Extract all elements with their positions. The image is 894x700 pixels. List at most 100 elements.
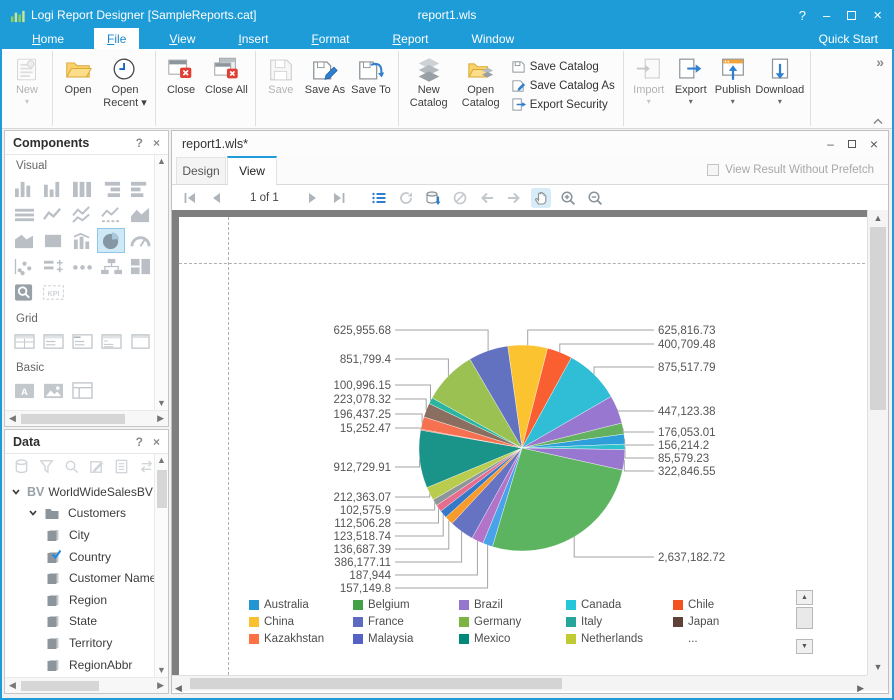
section-visual[interactable]: Visual: [5, 155, 154, 175]
component-filled-chart[interactable]: [39, 228, 67, 253]
ribbon-overflow-icon[interactable]: »: [876, 54, 884, 70]
open-recent-button[interactable]: Open Recent ▾: [99, 53, 151, 109]
ribbon-collapse-icon[interactable]: [872, 112, 884, 130]
zoom-in-button[interactable]: [558, 188, 578, 208]
forward-button[interactable]: [504, 188, 524, 208]
component-area-chart[interactable]: [126, 202, 154, 227]
legend-item-malaysia[interactable]: Malaysia: [353, 630, 459, 647]
window-close-icon[interactable]: ×: [873, 8, 882, 23]
save-as-button[interactable]: Save As: [302, 53, 348, 97]
component-multi-line-chart[interactable]: [68, 202, 96, 227]
tab-design[interactable]: Design: [176, 157, 226, 184]
scroll-left-icon[interactable]: ◀: [175, 678, 182, 696]
menu-view[interactable]: View: [156, 28, 208, 49]
data-vertical-scrollbar[interactable]: ▲ ▼: [154, 454, 168, 677]
close-icon[interactable]: ×: [153, 136, 160, 150]
tree-item-city[interactable]: City: [5, 524, 154, 546]
close-all-button[interactable]: Close All: [202, 53, 251, 97]
component-stacked-lines[interactable]: [10, 202, 38, 227]
scroll-up-icon[interactable]: ▲: [157, 456, 166, 465]
document-minimize-icon[interactable]: –: [827, 137, 834, 151]
components-horizontal-scrollbar[interactable]: ◀ ▶: [5, 410, 168, 426]
scroll-up-icon[interactable]: ▲: [868, 210, 888, 226]
scrollbar-thumb[interactable]: [796, 607, 813, 629]
stop-button[interactable]: [450, 188, 470, 208]
fetch-data-button[interactable]: [423, 188, 443, 208]
legend-item-netherlands[interactable]: Netherlands: [566, 630, 673, 647]
tree-item-customer-name[interactable]: Customer Name: [5, 567, 154, 589]
import-button[interactable]: Import ▾: [628, 53, 670, 106]
toc-button[interactable]: [369, 188, 389, 208]
export-button[interactable]: Export ▾: [670, 53, 712, 106]
legend-item-china[interactable]: China: [249, 613, 353, 630]
component-column-chart[interactable]: [68, 176, 96, 201]
open-button[interactable]: Open: [57, 53, 99, 97]
tree-item-regionabbr[interactable]: RegionAbbr: [5, 654, 154, 676]
component-org-chart[interactable]: [97, 254, 125, 279]
filter-icon[interactable]: [38, 458, 55, 475]
scroll-right-icon[interactable]: ▶: [857, 678, 864, 696]
legend-item-canada[interactable]: Canada: [566, 596, 673, 613]
legend-item-belgium[interactable]: Belgium: [353, 596, 459, 613]
tree-item-territory[interactable]: Territory: [5, 632, 154, 654]
scroll-right-icon[interactable]: ▶: [157, 681, 164, 690]
hand-button[interactable]: [530, 187, 551, 208]
component-table-alt-1[interactable]: [39, 329, 67, 354]
scroll-up-icon[interactable]: ▲: [157, 157, 166, 166]
scroll-down-icon[interactable]: ▼: [157, 399, 166, 408]
list-icon[interactable]: [113, 458, 130, 475]
menu-window[interactable]: Window: [459, 28, 528, 49]
component-layout-blocks[interactable]: [126, 254, 154, 279]
component-blank-panel[interactable]: [126, 329, 154, 354]
save-catalog-as-button[interactable]: Save Catalog As: [509, 76, 617, 95]
export-security-button[interactable]: Export Security: [509, 95, 617, 114]
close-icon[interactable]: ×: [153, 435, 160, 449]
data-horizontal-scrollbar[interactable]: ◀ ▶: [5, 677, 168, 693]
component-bar-chart-alt[interactable]: [39, 176, 67, 201]
download-button[interactable]: Download ▾: [754, 53, 806, 106]
component-line-chart[interactable]: [39, 202, 67, 227]
edit-icon[interactable]: [88, 458, 105, 475]
component-table-alt-2[interactable]: [68, 329, 96, 354]
document-vertical-scrollbar[interactable]: ▲ ▼: [867, 210, 888, 675]
component-frame[interactable]: [68, 378, 96, 403]
swap-icon[interactable]: [138, 458, 155, 475]
legend-item-france[interactable]: France: [353, 613, 459, 630]
document-close-icon[interactable]: ×: [870, 136, 878, 152]
chart-scrollbar[interactable]: ▲ ▼: [796, 590, 813, 654]
legend-item-chile[interactable]: Chile: [673, 596, 783, 613]
legend-item-kazakhstan[interactable]: Kazakhstan: [249, 630, 353, 647]
save-button[interactable]: Save: [260, 53, 302, 97]
legend-item-[interactable]: ...: [673, 630, 783, 647]
component-list-plus[interactable]: [39, 254, 67, 279]
legend-item-australia[interactable]: Australia: [249, 596, 353, 613]
legend-item-brazil[interactable]: Brazil: [459, 596, 566, 613]
component-dashed-line-chart[interactable]: [97, 202, 125, 227]
search-icon[interactable]: [63, 458, 80, 475]
database-icon[interactable]: [13, 458, 30, 475]
scrollbar-thumb[interactable]: [870, 227, 886, 410]
scrollbar-thumb[interactable]: [190, 678, 562, 689]
scrollbar-thumb[interactable]: [21, 681, 99, 691]
document-maximize-icon[interactable]: [847, 140, 856, 148]
tree-item-state[interactable]: State: [5, 611, 154, 633]
menu-home[interactable]: Home: [19, 28, 77, 49]
zoom-out-button[interactable]: [585, 188, 605, 208]
help-icon[interactable]: ?: [136, 136, 143, 150]
menu-file[interactable]: File: [94, 28, 140, 49]
prefetch-option[interactable]: View Result Without Prefetch: [707, 164, 874, 176]
tree-item-customers[interactable]: Customers: [5, 503, 154, 525]
new-button[interactable]: New ▾: [6, 53, 48, 106]
tab-view[interactable]: View: [227, 156, 277, 185]
component-hbar-chart-alt[interactable]: [126, 176, 154, 201]
component-gauge-chart[interactable]: [126, 228, 154, 253]
save-catalog-button[interactable]: Save Catalog: [509, 57, 617, 76]
component-image[interactable]: [39, 378, 67, 403]
tree-item-country[interactable]: Country: [5, 546, 154, 568]
help-icon[interactable]: ?: [136, 435, 143, 449]
legend-item-italy[interactable]: Italy: [566, 613, 673, 630]
section-basic[interactable]: Basic: [5, 357, 154, 377]
component-hbar-chart[interactable]: [97, 176, 125, 201]
menu-format[interactable]: Format: [298, 28, 362, 49]
refresh-button[interactable]: [396, 188, 416, 208]
